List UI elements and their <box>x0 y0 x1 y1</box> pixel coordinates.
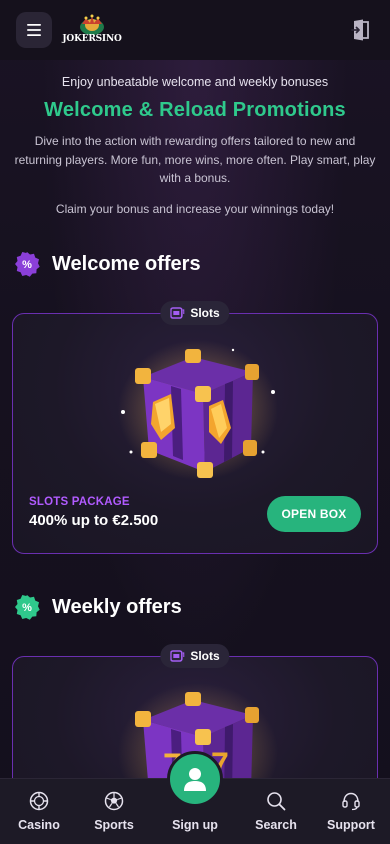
nav-label: Sign up <box>172 818 218 832</box>
hero-eyebrow: Enjoy unbeatable welcome and weekly bonu… <box>61 75 329 89</box>
percent-badge-icon: % <box>14 251 40 277</box>
hero-section: Enjoy unbeatable welcome and weekly bonu… <box>0 72 390 218</box>
nav-label: Search <box>255 818 297 832</box>
offer-amount: 400% up to €2.500 <box>29 512 159 529</box>
nav-support[interactable]: Support <box>318 779 384 844</box>
bottom-nav: Casino Sports Sign up Search Support <box>0 751 390 844</box>
logo[interactable]: JOKERSINO <box>62 14 122 44</box>
section-title: Welcome offers <box>52 252 201 275</box>
door-enter-icon <box>351 19 369 41</box>
headset-icon <box>340 790 362 812</box>
svg-text:%: % <box>22 602 32 614</box>
search-icon <box>265 790 287 812</box>
offer-subtitle: SLOTS PACKAGE <box>29 496 130 508</box>
hamburger-icon <box>27 24 41 36</box>
section-weekly-offers: % Weekly offers <box>14 594 182 620</box>
open-box-button[interactable]: OPEN BOX <box>267 496 361 532</box>
nav-signup[interactable]: Sign up <box>156 751 234 844</box>
login-button[interactable] <box>346 16 374 44</box>
card-tag: Slots <box>160 644 230 668</box>
card-tag-label: Slots <box>190 306 220 320</box>
page-title: Welcome & Reload Promotions <box>44 99 346 121</box>
logo-emblem-icon <box>80 14 104 35</box>
svg-text:%: % <box>22 259 32 271</box>
nav-search[interactable]: Search <box>243 779 309 844</box>
card-tag: Slots <box>160 301 230 325</box>
menu-button[interactable] <box>16 12 52 48</box>
section-title: Weekly offers <box>52 595 182 618</box>
soccer-ball-icon <box>103 790 125 812</box>
nav-label: Support <box>327 818 375 832</box>
slot-icon <box>170 307 185 319</box>
promotions-page: JOKERSINO Enjoy unbeatable welcome and w… <box>0 0 390 844</box>
nav-casino[interactable]: Casino <box>6 779 72 844</box>
top-header: JOKERSINO <box>0 0 390 60</box>
logo-text: JOKERSINO <box>62 34 122 44</box>
nav-label: Casino <box>18 818 60 832</box>
nav-sports[interactable]: Sports <box>81 779 147 844</box>
card-tag-label: Slots <box>190 649 220 663</box>
hero-description: Dive into the action with rewarding offe… <box>14 134 376 185</box>
percent-badge-icon: % <box>14 594 40 620</box>
section-welcome-offers: % Welcome offers <box>14 251 201 277</box>
slot-icon <box>170 650 185 662</box>
hero-claim: Claim your bonus and increase your winni… <box>55 201 335 216</box>
user-icon <box>167 751 223 807</box>
offer-card[interactable]: Slots SLOTS PACKAGE 400% up to €2.500 OP… <box>12 301 378 554</box>
mystery-box-gems-icon <box>113 332 283 482</box>
nav-label: Sports <box>94 818 134 832</box>
casino-chip-icon <box>28 790 50 812</box>
